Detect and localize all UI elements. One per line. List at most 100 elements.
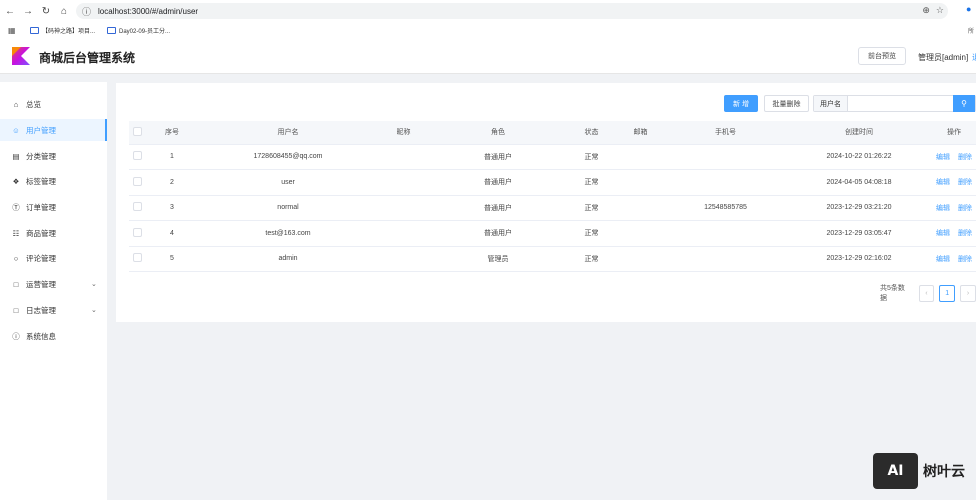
cell-email <box>616 144 665 170</box>
bookmark-item[interactable]: Day02-09-员工分... <box>107 26 170 35</box>
table-row: 4 test@163.com 普通用户 正常 2023-12-29 03:05:… <box>129 220 976 247</box>
site-info-icon[interactable]: ⓘ <box>82 5 94 18</box>
column-header: 状态 <box>567 121 616 145</box>
cell-status: 正常 <box>567 195 616 221</box>
cell-email <box>616 169 665 196</box>
edit-link[interactable]: 编辑 <box>936 179 950 186</box>
delete-link[interactable]: 删除 <box>958 205 972 212</box>
chevron-right-icon: › <box>966 289 970 297</box>
cell-role: 普通用户 <box>429 169 567 196</box>
frontend-preview-button[interactable]: 前台预览 <box>858 47 906 65</box>
next-page-button[interactable]: › <box>960 284 976 302</box>
username-search-input[interactable] <box>848 96 953 111</box>
watermark: AI 树叶云 <box>873 453 965 489</box>
zoom-icon[interactable]: ⊕ <box>922 5 930 16</box>
home-nav-icon[interactable]: ⌂ <box>56 3 72 19</box>
bookmark-overflow[interactable]: 所 <box>968 26 974 35</box>
column-header: 手机号 <box>665 121 786 145</box>
sidebar-item-label: 系统信息 <box>26 331 56 341</box>
sidebar-item-orders[interactable]: Ⓣ 订单管理 <box>0 196 107 218</box>
admin-user-label[interactable]: 管理员[admin] <box>918 52 968 63</box>
sidebar-item-label: 分类管理 <box>26 151 56 161</box>
apps-grid-icon[interactable]: ▦ <box>8 26 18 35</box>
edit-link[interactable]: 编辑 <box>936 230 950 237</box>
watermark-text: 树叶云 <box>923 463 965 479</box>
table-row: 2 user 普通用户 正常 2024-04-05 04:08:18 编辑 删除 <box>129 169 976 196</box>
sidebar-item-tags[interactable]: ❖ 标签管理 <box>0 170 107 192</box>
cell-role: 普通用户 <box>429 144 567 170</box>
bookmark-label: 【码神之路】项目... <box>42 28 96 35</box>
bookmark-star-icon[interactable]: ☆ <box>936 5 944 16</box>
table-row: 3 normal 普通用户 正常 12548585785 2023-12-29 … <box>129 195 976 221</box>
sidebar-item-operations[interactable]: □ 运营管理 ⌄ <box>0 273 107 295</box>
row-checkbox[interactable] <box>129 144 146 170</box>
url-text: localhost:3000/#/admin/user <box>98 6 199 16</box>
cell-email <box>616 220 665 247</box>
cell-nickname <box>378 246 429 272</box>
row-checkbox[interactable] <box>129 195 146 221</box>
page-number-button[interactable]: 1 <box>939 284 956 302</box>
address-bar[interactable]: ⓘ localhost:3000/#/admin/user ⊕ ☆ <box>76 3 948 19</box>
sidebar-item-label: 用户管理 <box>26 125 56 135</box>
edit-link[interactable]: 编辑 <box>936 205 950 212</box>
sidebar-item-categories[interactable]: ▤ 分类管理 <box>0 145 107 167</box>
sidebar-item-system-info[interactable]: ⓘ 系统信息 <box>0 325 107 347</box>
select-all-checkbox[interactable] <box>129 121 146 145</box>
sidebar-item-comments[interactable]: ○ 评论管理 <box>0 247 107 269</box>
sidebar-item-label: 总览 <box>26 99 41 109</box>
folder-icon <box>30 26 39 34</box>
sidebar-item-goods[interactable]: ☷ 商品管理 <box>0 222 107 244</box>
chevron-down-icon: ⌄ <box>91 281 97 288</box>
forward-arrow-icon[interactable]: → <box>20 3 36 19</box>
delete-link[interactable]: 删除 <box>958 256 972 263</box>
prev-page-button[interactable]: ‹ <box>918 284 935 302</box>
logout-link[interactable]: 退 <box>972 52 976 63</box>
bookmark-item[interactable]: 【码神之路】项目... <box>30 26 95 35</box>
cell-nickname <box>378 220 429 247</box>
row-checkbox[interactable] <box>129 169 146 196</box>
search-button[interactable]: ⚲ <box>953 95 975 112</box>
sidebar-item-users[interactable]: ☺ 用户管理 <box>0 119 107 141</box>
cell-username: normal <box>198 195 378 221</box>
cell-actions: 编辑 删除 <box>932 220 976 247</box>
column-header: 用户名 <box>198 121 378 145</box>
search-group: 用户名 ⚲ <box>813 95 976 112</box>
cell-role: 普通用户 <box>429 220 567 247</box>
category-icon: ▤ <box>12 151 20 161</box>
cell-status: 正常 <box>567 169 616 196</box>
sidebar-item-overview[interactable]: ⌂ 总览 <box>0 93 107 115</box>
sidebar-item-label: 评论管理 <box>26 253 56 263</box>
cell-index: 2 <box>146 169 198 196</box>
batch-delete-button[interactable]: 批量删除 <box>764 95 809 112</box>
add-user-button[interactable]: 新 增 <box>724 95 758 112</box>
delete-link[interactable]: 删除 <box>958 179 972 186</box>
column-header: 邮箱 <box>616 121 665 145</box>
sidebar-item-logs[interactable]: □ 日志管理 ⌄ <box>0 299 107 321</box>
edit-link[interactable]: 编辑 <box>936 256 950 263</box>
sidebar-item-label: 日志管理 <box>26 305 56 315</box>
column-header: 角色 <box>429 121 567 145</box>
folder-icon <box>107 26 117 34</box>
row-checkbox[interactable] <box>129 246 146 272</box>
cell-username: admin <box>198 246 378 272</box>
row-checkbox[interactable] <box>129 220 146 247</box>
back-arrow-icon[interactable]: ← <box>2 3 18 19</box>
cell-phone <box>665 144 786 170</box>
app-title: 商城后台管理系统 <box>39 51 136 65</box>
edit-link[interactable]: 编辑 <box>936 154 950 161</box>
profile-icon[interactable]: ● <box>966 4 976 18</box>
delete-link[interactable]: 删除 <box>958 230 972 237</box>
tag-icon: ❖ <box>12 176 20 186</box>
cell-phone <box>665 246 786 272</box>
reload-icon[interactable]: ↻ <box>38 3 54 19</box>
app-header: 商城后台管理系统 前台预览 管理员[admin] 退 <box>0 38 976 74</box>
delete-link[interactable]: 删除 <box>958 154 972 161</box>
cell-index: 4 <box>146 220 198 247</box>
table-row: 1 1728608455@qq.com 普通用户 正常 2024-10-22 0… <box>129 144 976 170</box>
bookmarks-bar: ▦ 【码神之路】项目... Day02-09-员工分... 所 <box>0 22 976 38</box>
chevron-left-icon: ‹ <box>925 289 928 297</box>
cell-nickname <box>378 195 429 221</box>
table-row: 5 admin 管理员 正常 2023-12-29 02:16:02 编辑 删除 <box>129 246 976 272</box>
search-prefix-label: 用户名 <box>814 96 848 111</box>
folder-icon: □ <box>13 279 19 289</box>
